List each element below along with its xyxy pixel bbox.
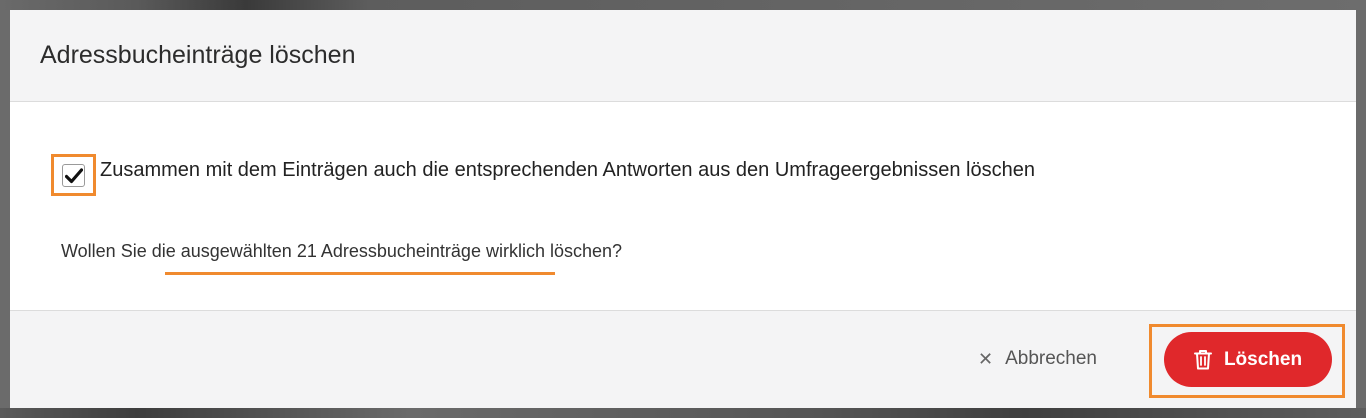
checkmark-icon [65, 168, 83, 184]
cancel-button-label: Abbrechen [1005, 348, 1097, 369]
dialog-body: Zusammen mit dem Einträgen auch die ents… [10, 102, 1356, 310]
checkbox-highlight [51, 154, 96, 196]
question-highlight-underline [165, 272, 555, 275]
delete-button-label: Löschen [1223, 348, 1303, 370]
dialog-header: Adressbucheinträge löschen [10, 10, 1356, 102]
delete-responses-checkbox[interactable] [62, 164, 85, 187]
page-backdrop-bottom [0, 408, 1366, 418]
page-backdrop-top [0, 0, 1366, 10]
cancel-button[interactable]: ✕ Abbrechen [978, 348, 1097, 370]
trash-icon [1193, 350, 1212, 370]
dialog-footer: ✕ Abbrechen Löschen [10, 310, 1356, 408]
delete-responses-checkbox-label[interactable]: Zusammen mit dem Einträgen auch die ents… [100, 159, 1035, 182]
close-icon: ✕ [978, 348, 994, 369]
confirmation-question: Wollen Sie die ausgewählten 21 Adressbuc… [61, 241, 623, 261]
delete-button[interactable]: Löschen [1164, 332, 1332, 387]
dialog-title: Adressbucheinträge löschen [40, 41, 356, 69]
delete-dialog: Adressbucheinträge löschen Zusammen mit … [10, 10, 1356, 408]
